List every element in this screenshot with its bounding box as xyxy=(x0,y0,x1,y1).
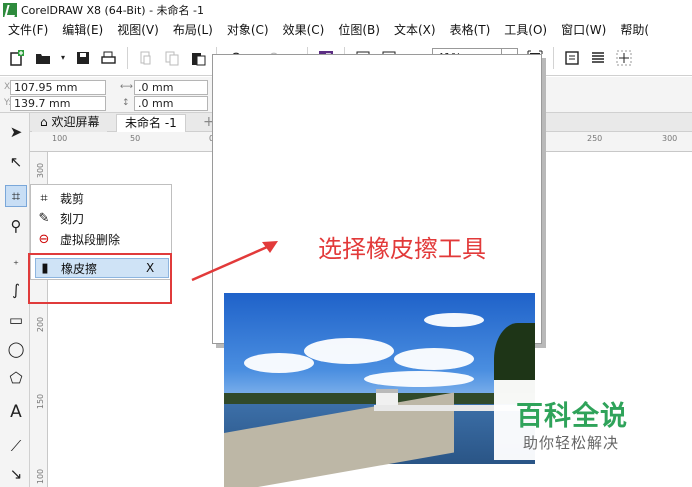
lake-photo[interactable] xyxy=(224,293,535,487)
application-launcher-icon[interactable] xyxy=(588,48,608,68)
new-document-icon[interactable] xyxy=(7,48,27,68)
open-folder-icon[interactable] xyxy=(33,48,53,68)
copy-icon[interactable] xyxy=(162,48,182,68)
menu-edit[interactable]: 编辑(E) xyxy=(54,21,109,38)
ruler-tick-label: 50 xyxy=(130,134,141,143)
menu-file[interactable]: 文件(F) xyxy=(0,21,54,38)
shape-tool-icon[interactable]: ↖ xyxy=(5,151,27,173)
toolbar-separator xyxy=(553,46,554,69)
save-icon[interactable] xyxy=(73,48,93,68)
crop-tool-icon[interactable]: ⌗ xyxy=(5,185,27,207)
menu-view[interactable]: 视图(V) xyxy=(109,21,165,38)
window-title: CorelDRAW X8 (64-Bit) - 未命名 -1 xyxy=(21,3,205,17)
width-field[interactable]: .0 mm xyxy=(134,80,208,95)
menu-text[interactable]: 文本(X) xyxy=(386,21,442,38)
flyout-item-label: 虚拟段删除 xyxy=(60,232,121,247)
chevron-down-icon[interactable]: ▾ xyxy=(59,48,67,68)
menu-table[interactable]: 表格(T) xyxy=(442,21,497,38)
flyout-item-label: 刻刀 xyxy=(60,211,85,226)
ruler-tick-label: 300 xyxy=(662,134,678,143)
options-icon[interactable] xyxy=(562,48,582,68)
ruler-tick-label: 300 xyxy=(36,162,46,179)
home-icon: ⌂ xyxy=(40,115,48,129)
x-position-field[interactable]: 107.95 mm xyxy=(10,80,106,95)
menu-object[interactable]: 对象(C) xyxy=(219,21,275,38)
tab-label: 欢迎屏幕 xyxy=(51,115,100,129)
ruler-tick-label: 150 xyxy=(36,393,46,410)
menu-layout[interactable]: 布局(L) xyxy=(165,21,219,38)
ruler-tick-label: 200 xyxy=(36,316,46,333)
virtual-segment-delete-icon: ⊖ xyxy=(38,231,50,247)
annotation-arrow xyxy=(191,241,278,282)
watermark-title: 百科全说 xyxy=(516,401,628,432)
photo-cloud xyxy=(244,353,314,373)
connector-tool-icon[interactable]: ↘ xyxy=(5,463,27,485)
watermark-subtitle: 助你轻松解决 xyxy=(523,434,620,452)
ellipse-tool-icon[interactable]: ◯ xyxy=(5,338,27,360)
menu-effects[interactable]: 效果(C) xyxy=(275,21,331,38)
toolbar-separator xyxy=(127,46,128,69)
zoom-tool-icon[interactable]: ⚲ xyxy=(5,215,27,237)
print-icon[interactable] xyxy=(99,48,119,68)
flyout-item-virtual-segment-delete[interactable]: ⊖ 虚拟段删除 xyxy=(35,229,169,249)
toolbox: ➤ ↖ ⌗ ⚲ ⁺ ∫ ▭ ◯ ⬠ A ⟋ ↘ xyxy=(0,113,30,487)
crop-icon: ⌗ xyxy=(40,190,48,206)
rectangle-tool-icon[interactable]: ▭ xyxy=(5,309,27,331)
menu-bar: 文件(F) 编辑(E) 视图(V) 布局(L) 对象(C) 效果(C) 位图(B… xyxy=(0,19,692,39)
flyout-item-crop[interactable]: ⌗ 裁剪 xyxy=(35,188,169,208)
watermark: 百科全说 助你轻松解决 xyxy=(494,380,692,460)
flyout-item-label: 裁剪 xyxy=(60,191,85,206)
height-icon: ↕ xyxy=(122,98,130,108)
photo-cloud xyxy=(424,313,484,327)
polygon-tool-icon[interactable]: ⬠ xyxy=(5,367,27,389)
menu-help[interactable]: 帮助( xyxy=(612,21,655,38)
artistic-media-icon[interactable]: ∫ xyxy=(5,279,27,301)
title-bar: CorelDRAW X8 (64-Bit) - 未命名 -1 xyxy=(0,0,692,19)
parallel-dimension-icon[interactable]: ⟋ xyxy=(5,435,27,457)
coreldraw-logo-icon xyxy=(3,2,17,17)
flyout-item-knife[interactable]: ✎ 刻刀 xyxy=(35,208,169,228)
ruler-tick-label: 100 xyxy=(52,134,68,143)
paste-icon[interactable] xyxy=(188,48,208,68)
cut-icon[interactable] xyxy=(136,48,156,68)
ruler-tick-label: 100 xyxy=(36,468,46,485)
knife-icon: ✎ xyxy=(38,210,50,226)
width-icon: ⟷ xyxy=(120,82,133,92)
y-position-field[interactable]: 139.7 mm xyxy=(10,96,106,111)
menu-bitmaps[interactable]: 位图(B) xyxy=(330,21,386,38)
menu-window[interactable]: 窗口(W) xyxy=(553,21,612,38)
menu-tools[interactable]: 工具(O) xyxy=(496,21,553,38)
pick-tool-icon[interactable]: ➤ xyxy=(5,121,27,143)
annotation-text: 选择橡皮擦工具 xyxy=(318,235,486,263)
tab-untitled-document[interactable]: 未命名 -1 xyxy=(116,114,186,132)
freehand-tool-icon[interactable]: ⁺ xyxy=(5,253,27,275)
highlight-box xyxy=(28,253,172,304)
ruler-tick-label: 250 xyxy=(587,134,603,143)
height-field[interactable]: .0 mm xyxy=(134,96,208,111)
tab-welcome-screen[interactable]: ⌂ 欢迎屏幕 xyxy=(32,114,108,132)
photo-cloud xyxy=(304,338,394,364)
snap-to-icon[interactable] xyxy=(614,48,634,68)
photo-cloud xyxy=(394,348,474,370)
text-tool-icon[interactable]: A xyxy=(5,401,27,423)
photo-cloud xyxy=(364,371,474,387)
